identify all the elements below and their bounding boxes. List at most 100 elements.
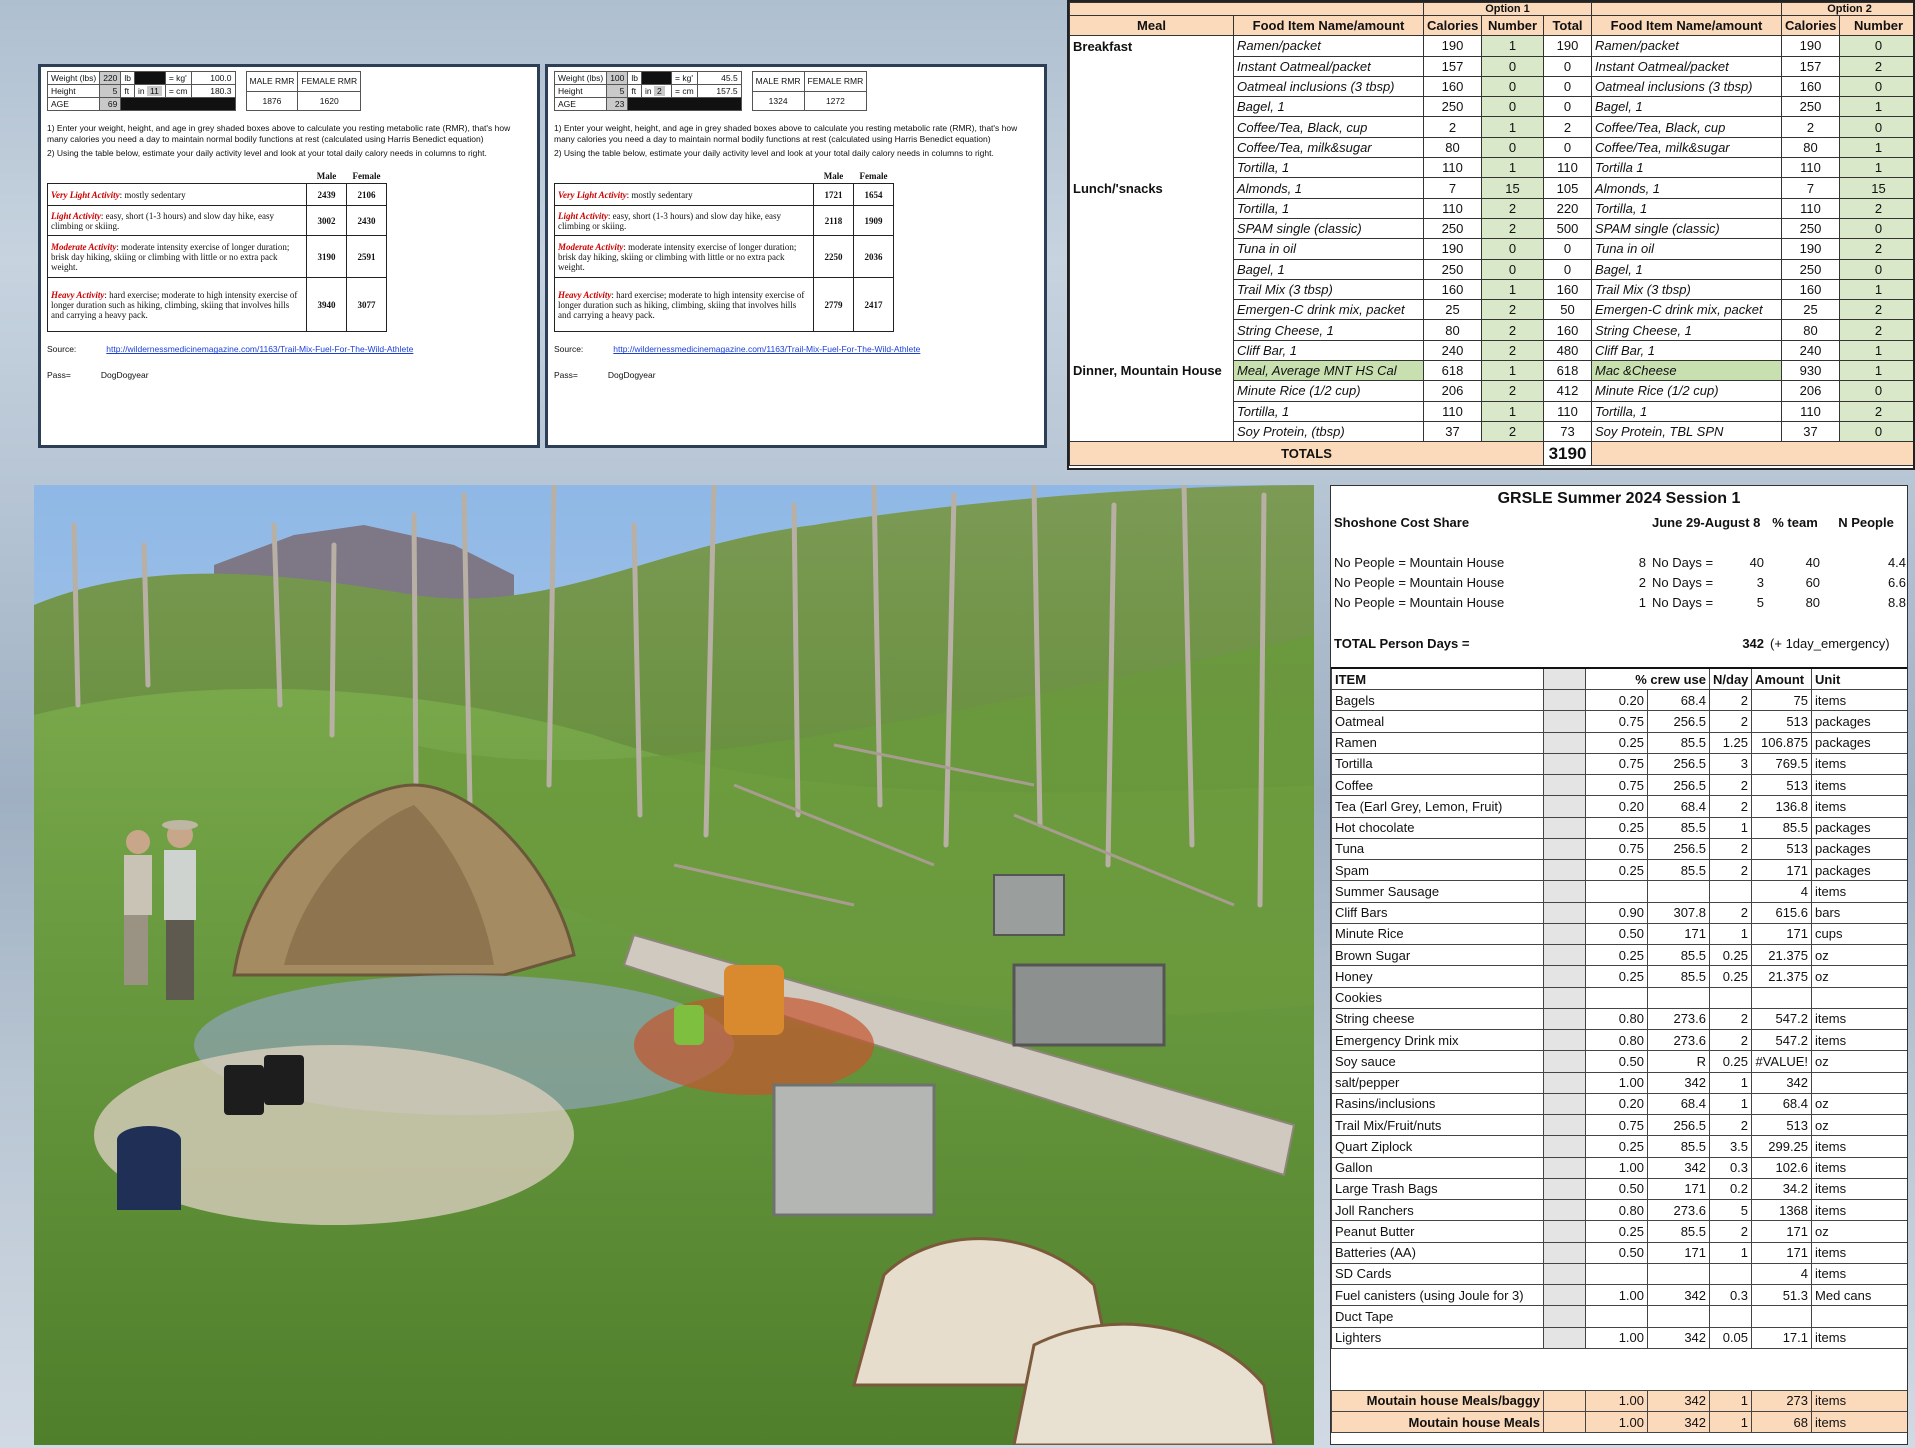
number-input[interactable]: 1 <box>1481 35 1544 57</box>
col-header: Number <box>1838 14 1913 37</box>
n-per-day <box>1709 1305 1753 1328</box>
unit: packages <box>1811 816 1907 839</box>
total-calories: 500 <box>1543 217 1592 240</box>
inch-input[interactable]: 11 <box>147 86 162 96</box>
number-input-option2[interactable]: 0 <box>1838 217 1913 240</box>
number-input[interactable]: 15 <box>1481 177 1544 199</box>
calories-option2: 110 <box>1781 197 1840 219</box>
number-input[interactable]: 1 <box>1481 400 1544 422</box>
number-input[interactable]: 0 <box>1481 136 1544 159</box>
source-link[interactable]: http://wildernessmedicinemagazine.com/11… <box>106 344 413 354</box>
number-input[interactable]: 1 <box>1481 278 1544 301</box>
number-input[interactable]: 0 <box>1481 96 1544 118</box>
number-input[interactable]: 2 <box>1481 339 1544 362</box>
inch-unit: in <box>138 86 145 96</box>
food-item: Coffee/Tea, Black, cup <box>1233 116 1424 138</box>
crew-use-pct: 1.00 <box>1585 1411 1648 1434</box>
inch-unit: in <box>645 86 652 96</box>
rmr-calculator-sheet-2: Weight (lbs) 100 lb = kg' 45.5 Height 5 … <box>545 64 1047 448</box>
number-input[interactable]: 2 <box>1481 319 1544 341</box>
number-input-option2[interactable]: 1 <box>1838 278 1913 301</box>
number-input[interactable]: 1 <box>1481 116 1544 138</box>
number-input-option2[interactable]: 15 <box>1838 177 1913 199</box>
source-link[interactable]: http://wildernessmedicinemagazine.com/11… <box>613 344 920 354</box>
n-per-day: 0.25 <box>1709 944 1753 967</box>
activity-female: 2417 <box>853 277 894 333</box>
number-input-option2[interactable]: 0 <box>1838 116 1913 138</box>
unit: items <box>1811 795 1907 818</box>
unit: items <box>1811 689 1907 712</box>
number-input[interactable]: 2 <box>1481 380 1544 402</box>
unit <box>1811 1305 1907 1328</box>
number-input-option2[interactable]: 1 <box>1838 96 1913 118</box>
food-item-option2: Tortilla, 1 <box>1591 197 1782 219</box>
item-name: Large Trash Bags <box>1331 1177 1544 1201</box>
calories: 160 <box>1423 278 1482 301</box>
people-row: No People = Mountain House 8 No Days = 40 40… <box>1331 552 1907 572</box>
number-input-option2[interactable]: 1 <box>1838 136 1913 159</box>
number-input[interactable]: 0 <box>1481 258 1544 280</box>
number-input-option2[interactable]: 2 <box>1838 319 1913 341</box>
totals-row: TOTALS 3190 <box>1069 441 1913 467</box>
number-input-option2[interactable]: 2 <box>1838 400 1913 422</box>
amount: 513 <box>1751 710 1813 733</box>
crew-days: 68.4 <box>1646 795 1711 818</box>
item-name: salt/pepper <box>1331 1071 1544 1094</box>
number-input-option2[interactable]: 0 <box>1838 258 1913 280</box>
number-input-option2[interactable]: 2 <box>1838 299 1913 321</box>
crew-use-pct: 1.00 <box>1585 1326 1648 1349</box>
number-input-option2[interactable]: 2 <box>1838 238 1913 260</box>
number-input-option2[interactable]: 1 <box>1838 157 1913 179</box>
number-input[interactable]: 1 <box>1481 360 1544 382</box>
number-input[interactable]: 0 <box>1481 55 1544 77</box>
number-input[interactable]: 0 <box>1481 238 1544 260</box>
n-per-day: 1 <box>1709 1092 1753 1116</box>
weight-input[interactable]: 100 <box>606 71 629 85</box>
body-metrics-table: Weight (lbs) 220 lb = kg' 100.0 Height 5… <box>46 71 236 111</box>
age-input[interactable]: 69 <box>99 97 122 111</box>
n-per-day: 2 <box>1709 1220 1753 1243</box>
food-item: Trail Mix (3 tbsp) <box>1233 278 1424 301</box>
amount: #VALUE! <box>1751 1050 1813 1073</box>
crew-days: 171 <box>1646 1177 1711 1201</box>
number-input-option2[interactable]: 0 <box>1838 420 1913 443</box>
number-input-option2[interactable]: 0 <box>1838 75 1913 98</box>
crew-use-pct <box>1585 880 1648 903</box>
number-input-option2[interactable]: 0 <box>1838 35 1913 57</box>
meal-item-row: Coffee/Tea, Black, cup 2 1 2 Coffee/Tea, Bla… <box>1069 116 1913 138</box>
number-input[interactable]: 2 <box>1481 217 1544 240</box>
amount: 513 <box>1751 774 1813 797</box>
crew-days: 85.5 <box>1646 1220 1711 1243</box>
activity-male: 3002 <box>306 205 347 237</box>
amount: 1368 <box>1751 1199 1813 1222</box>
source-row: Source: http://wildernessmedicinemagazin… <box>554 344 1038 354</box>
supply-item-row: Coffee 0.75 256.5 2 513 items <box>1331 774 1907 797</box>
number-input-option2[interactable]: 0 <box>1838 380 1913 402</box>
feet-input[interactable]: 5 <box>99 84 122 98</box>
meal-label <box>1069 299 1234 320</box>
total-calories: 50 <box>1543 299 1592 321</box>
rmr-inputs: Weight (lbs) 100 lb = kg' 45.5 Height 5 … <box>553 71 1038 111</box>
activity-male: 2118 <box>813 205 854 237</box>
number-input-option2[interactable]: 2 <box>1838 55 1913 77</box>
calories: 110 <box>1423 157 1482 179</box>
food-item-option2: Soy Protein, TBL SPN <box>1591 420 1782 443</box>
number-input[interactable]: 2 <box>1481 197 1544 219</box>
n-per-day: 3 <box>1709 752 1753 776</box>
amount: 17.1 <box>1751 1326 1813 1349</box>
number-input-option2[interactable]: 2 <box>1838 197 1913 219</box>
number-input[interactable]: 2 <box>1481 299 1544 321</box>
number-input-option2[interactable]: 1 <box>1838 360 1913 382</box>
age-input[interactable]: 23 <box>606 97 629 111</box>
total-calories: 0 <box>1543 238 1592 260</box>
number-input[interactable]: 2 <box>1481 420 1544 443</box>
n-per-day: 1 <box>1709 1241 1753 1264</box>
number-input[interactable]: 0 <box>1481 75 1544 98</box>
inch-input[interactable]: 2 <box>654 86 665 96</box>
number-input-option2[interactable]: 1 <box>1838 339 1913 362</box>
meal-label: Dinner, Mountain House <box>1069 360 1234 381</box>
feet-input[interactable]: 5 <box>606 84 629 98</box>
supply-item-row: Peanut Butter 0.25 85.5 2 171 oz <box>1331 1220 1907 1243</box>
number-input[interactable]: 1 <box>1481 157 1544 179</box>
weight-input[interactable]: 220 <box>99 71 122 85</box>
